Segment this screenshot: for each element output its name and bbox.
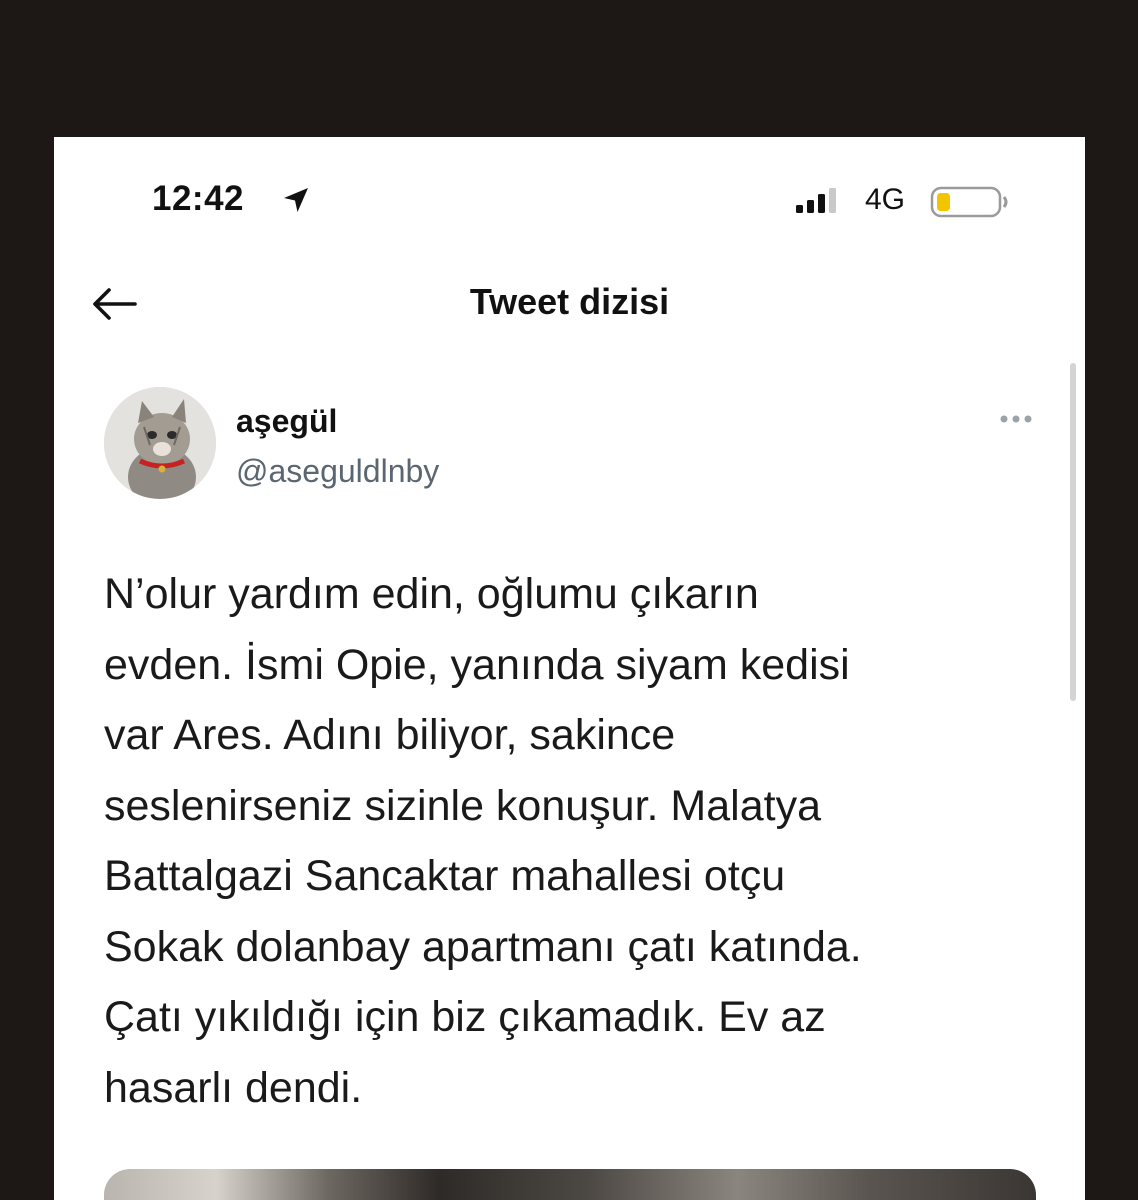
more-options-icon[interactable] [998, 413, 1034, 425]
page-title: Tweet dizisi [469, 281, 670, 322]
cat-avatar[interactable] [104, 387, 216, 499]
author-name[interactable]: aşegül [236, 403, 337, 440]
tweet-media-preview[interactable] [104, 1169, 1036, 1200]
location-arrow-icon [284, 188, 308, 212]
author-handle[interactable]: @aseguldlnby [236, 453, 439, 490]
status-time: 12:42 [152, 179, 245, 218]
cellular-signal-icon [796, 188, 836, 213]
tweet-text: N’olur yardım edin, oğlumu çıkarın evden… [104, 570, 862, 1112]
phone-screen: 12:42 4G Tweet dizisi aşegül @aseguldlnb… [54, 137, 1085, 1200]
scrollbar[interactable] [1070, 363, 1076, 701]
battery-low-icon [930, 186, 1008, 218]
network-type: 4G [865, 183, 906, 216]
